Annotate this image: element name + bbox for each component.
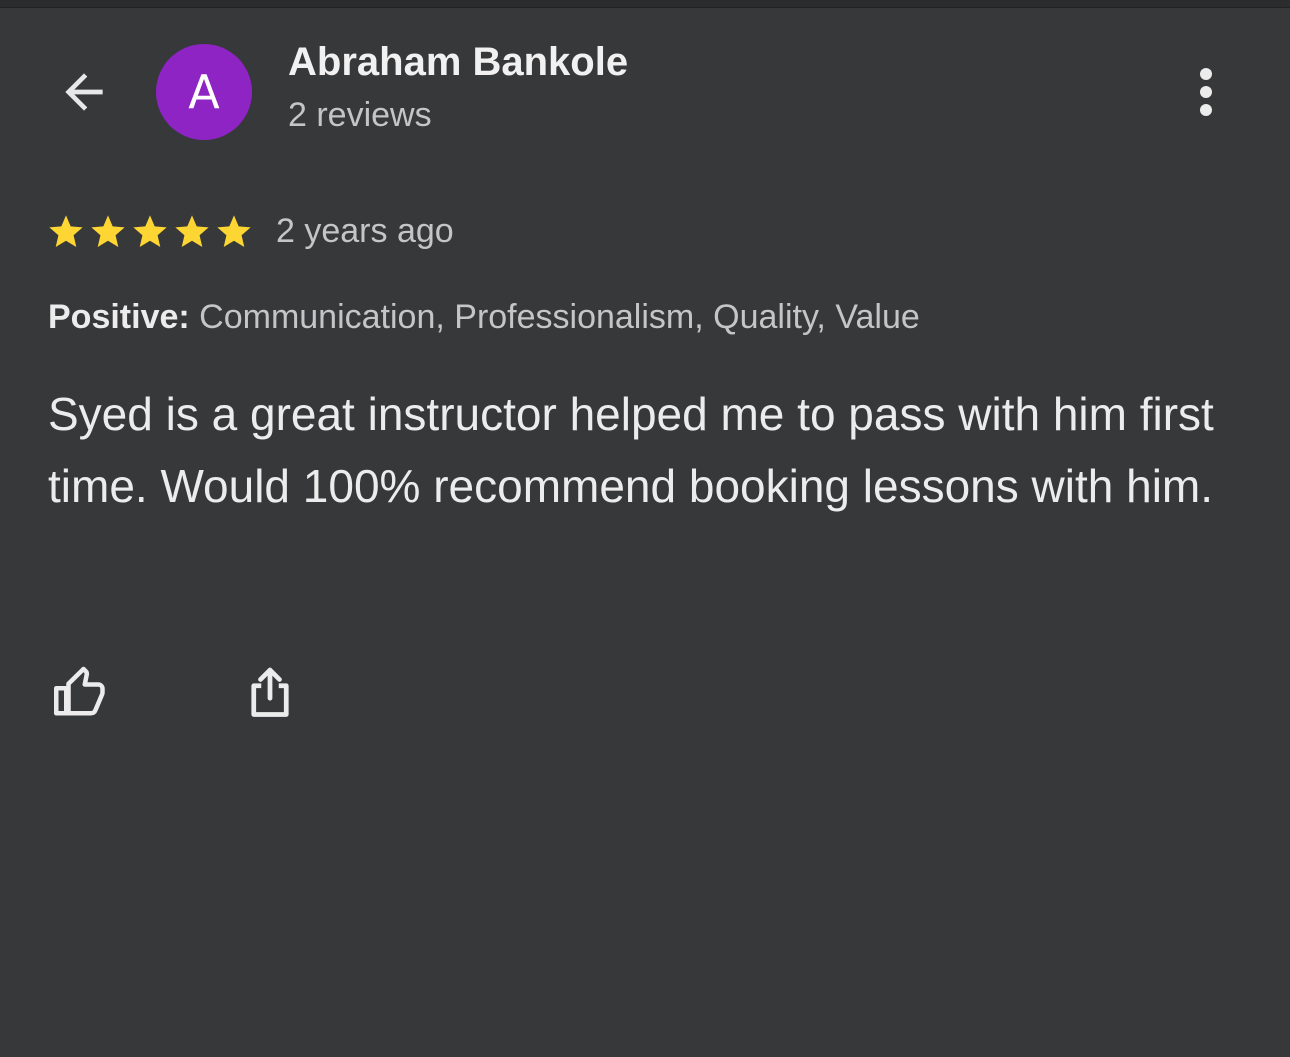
thumbs-up-icon — [54, 666, 105, 716]
review-count: 2 reviews — [288, 96, 432, 134]
star-icon — [214, 212, 254, 252]
star-icon — [130, 212, 170, 252]
review-date: 2 years ago — [276, 212, 454, 250]
avatar-letter: A — [188, 65, 220, 119]
like-button[interactable] — [44, 656, 116, 728]
share-button[interactable] — [234, 656, 306, 728]
more-vertical-icon — [1200, 68, 1212, 116]
arrow-left-icon — [65, 73, 103, 111]
review-attributes: Positive: Communication, Professionalism… — [48, 298, 920, 337]
star-icon — [172, 212, 212, 252]
star-rating — [46, 212, 254, 252]
reviewer-name[interactable]: Abraham Bankole — [288, 40, 628, 85]
attributes-label: Positive: — [48, 298, 190, 336]
review-text: Syed is a great instructor helped me to … — [48, 388, 1214, 512]
share-icon — [251, 667, 289, 717]
star-icon — [46, 212, 86, 252]
status-bar-edge — [0, 0, 1290, 8]
star-icon — [88, 212, 128, 252]
avatar[interactable]: A — [156, 44, 252, 140]
attributes-value: Communication, Professionalism, Quality,… — [189, 298, 920, 336]
more-options-button[interactable] — [1180, 62, 1232, 122]
back-button[interactable] — [52, 60, 116, 124]
